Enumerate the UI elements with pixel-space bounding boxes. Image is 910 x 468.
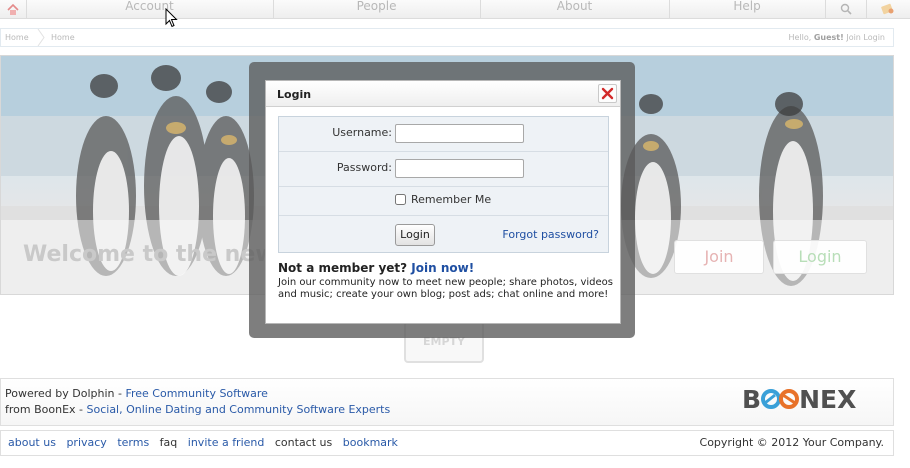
- nav-home-button[interactable]: [0, 0, 27, 18]
- logo-oo-icon: [761, 389, 800, 409]
- footer-link-terms[interactable]: terms: [117, 436, 149, 449]
- logo-letters-nex: NEX: [799, 385, 857, 414]
- greeting: Hello, Guest! Join Login: [788, 29, 885, 46]
- boonex-experts-link[interactable]: Social, Online Dating and Community Soft…: [87, 403, 391, 416]
- hero-join-button[interactable]: Join: [674, 240, 764, 274]
- password-label: Password:: [336, 161, 392, 174]
- from-boonex-prefix: from BoonEx -: [5, 403, 87, 416]
- powered-by-prefix: Powered by Dolphin -: [5, 387, 126, 400]
- nav-tab-people[interactable]: People: [274, 0, 481, 18]
- bookmark-icon: [881, 3, 894, 15]
- footer-link-privacy[interactable]: privacy: [66, 436, 106, 449]
- breadcrumb-current: Home: [51, 33, 75, 42]
- top-navigation: Account People About Help: [0, 0, 910, 19]
- welcome-heading: Welcome to the new: [23, 242, 276, 267]
- login-modal: Login Username: Password: Remember Me Lo…: [265, 80, 621, 324]
- free-community-software-link[interactable]: Free Community Software: [125, 387, 268, 400]
- join-now-link[interactable]: Join now!: [411, 261, 474, 275]
- footer-link-bookmark[interactable]: bookmark: [343, 436, 398, 449]
- forgot-password-link[interactable]: Forgot password?: [502, 228, 599, 241]
- copyright-text: Copyright © 2012 Your Company.: [699, 436, 884, 449]
- username-input[interactable]: [395, 124, 524, 143]
- breadcrumb-home-link[interactable]: Home: [5, 29, 29, 46]
- close-icon: [601, 87, 614, 100]
- footer-link-about-us[interactable]: about us: [8, 436, 56, 449]
- nav-search-button[interactable]: [826, 0, 867, 18]
- breadcrumb-separator-icon: [37, 29, 45, 46]
- modal-close-button[interactable]: [598, 84, 617, 103]
- username-row: Username:: [279, 117, 608, 152]
- footer-link-invite-friend[interactable]: invite a friend: [188, 436, 265, 449]
- footer-links: about us privacy terms faq invite a frie…: [0, 430, 894, 456]
- password-input[interactable]: [395, 159, 524, 178]
- home-icon: [7, 3, 19, 15]
- nav-tab-about[interactable]: About: [481, 0, 670, 18]
- greeting-join-login-link[interactable]: Join Login: [846, 33, 885, 42]
- remember-row: Remember Me: [279, 187, 608, 216]
- login-form: Username: Password: Remember Me Login Fo…: [278, 116, 609, 253]
- nav-tab-account[interactable]: Account: [27, 0, 274, 18]
- nav-bookmark-button[interactable]: [867, 0, 910, 18]
- hero-login-button[interactable]: Login: [773, 240, 867, 274]
- modal-title: Login: [277, 88, 312, 101]
- breadcrumb: Home Home Hello, Guest! Join Login: [0, 28, 894, 47]
- password-row: Password:: [279, 152, 608, 187]
- not-member-text: Not a member yet? Join now!: [278, 261, 474, 275]
- footer-link-list: about us privacy terms faq invite a frie…: [8, 436, 405, 449]
- greeting-prefix: Hello,: [788, 33, 814, 42]
- username-label: Username:: [332, 126, 392, 139]
- remember-me-label[interactable]: Remember Me: [411, 193, 491, 206]
- footer-link-contact-us[interactable]: contact us: [275, 436, 332, 449]
- footer-link-faq[interactable]: faq: [160, 436, 178, 449]
- from-boonex-line: from BoonEx - Social, Online Dating and …: [5, 403, 390, 416]
- powered-by-line: Powered by Dolphin - Free Community Soft…: [5, 387, 268, 400]
- greeting-user: Guest!: [813, 33, 844, 42]
- logo-letter-b: B: [742, 385, 762, 414]
- modal-login-button[interactable]: Login: [395, 224, 435, 246]
- join-description: Join our community now to meet new peopl…: [278, 277, 613, 300]
- boonex-logo[interactable]: B NEX: [742, 385, 856, 414]
- nav-tab-help[interactable]: Help: [670, 0, 826, 18]
- mouse-cursor-icon: [165, 8, 178, 28]
- remember-me-checkbox[interactable]: [395, 194, 406, 205]
- footer-powered-by: Powered by Dolphin - Free Community Soft…: [0, 378, 894, 426]
- modal-header: Login: [266, 81, 620, 107]
- search-icon: [840, 3, 852, 15]
- not-member-label: Not a member yet?: [278, 261, 408, 275]
